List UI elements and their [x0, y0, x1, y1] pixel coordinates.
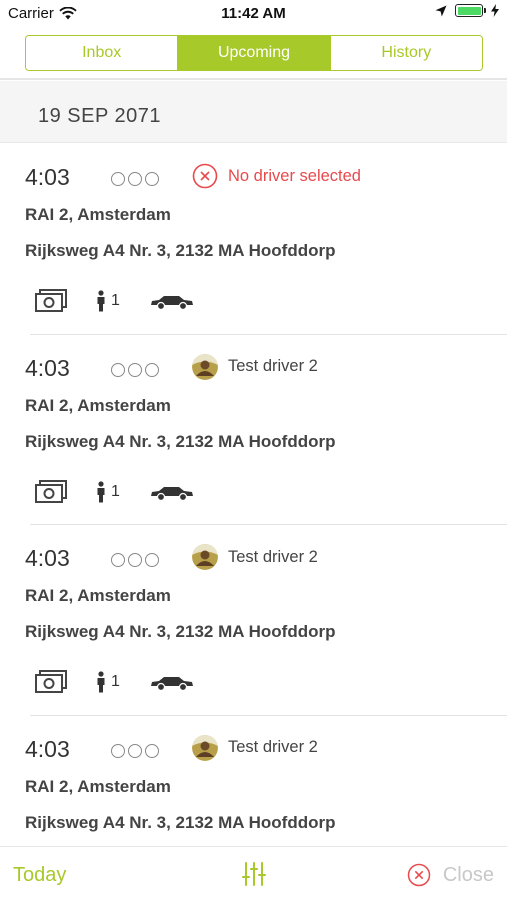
status-circle-icon: [145, 172, 159, 186]
ride-meta: 1: [34, 668, 194, 696]
close-circle-icon: [407, 863, 431, 887]
no-driver-x-icon: [192, 163, 218, 189]
driver-name: No driver selected: [228, 166, 361, 185]
passenger-number: 1: [111, 482, 120, 500]
driver-avatar-icon: [192, 544, 218, 570]
date-section-header: 19 SEP 2071: [0, 81, 507, 143]
rides-list[interactable]: 4:03 No driver selected RAI 2, Amsterdam…: [0, 144, 507, 846]
segmented-tabs: Inbox Upcoming History: [25, 35, 483, 71]
ride-dropoff: Rijksweg A4 Nr. 3, 2132 MA Hoofddorp: [25, 241, 336, 260]
tab-history[interactable]: History: [330, 36, 482, 70]
bottom-toolbar: Today Close: [0, 846, 507, 900]
ride-time: 4:03: [25, 735, 70, 762]
ride-dropoff: Rijksweg A4 Nr. 3, 2132 MA Hoofddorp: [25, 431, 336, 451]
filter-sliders-icon[interactable]: [241, 861, 267, 887]
ride-status-dots: [111, 172, 159, 186]
charging-bolt-icon: [491, 4, 499, 17]
status-circle-icon: [145, 362, 159, 377]
ride-item[interactable]: 4:03 Test driver 2 RAI 2, Amsterdam Rijk…: [0, 335, 507, 525]
close-label: Close: [442, 863, 494, 886]
ride-pickup: RAI 2, Amsterdam: [25, 776, 171, 796]
passenger-count: 1: [96, 480, 120, 503]
ride-time: 4:03: [25, 354, 70, 381]
passenger-count: 1: [96, 671, 120, 693]
date-label: 19 SEP 2071: [38, 105, 162, 127]
status-circle-icon: [128, 362, 142, 377]
ride-item[interactable]: 4:03 Test driver 2 RAI 2, Amsterdam Rijk…: [0, 525, 507, 716]
status-circle-icon: [111, 553, 125, 567]
driver-avatar-icon: [192, 353, 218, 380]
ride-driver: No driver selected: [192, 163, 361, 189]
status-circle-icon: [128, 743, 142, 758]
person-icon: [97, 290, 105, 312]
battery-icon: [455, 4, 486, 17]
car-icon: [150, 486, 193, 501]
status-bar: Carrier 11:42 AM: [0, 0, 507, 28]
ride-item[interactable]: 4:03 Test driver 2 RAI 2, Amsterdam Rijk…: [0, 716, 507, 847]
status-right-group: [435, 4, 499, 17]
status-time: 11:42 AM: [221, 5, 286, 22]
ride-pickup: RAI 2, Amsterdam: [25, 205, 171, 224]
passenger-count: 1: [96, 290, 120, 312]
ride-time: 4:03: [25, 545, 70, 571]
driver-name: Test driver 2: [228, 738, 318, 756]
status-circle-icon: [128, 553, 142, 567]
today-button[interactable]: Today: [13, 864, 66, 887]
driver-name: Test driver 2: [228, 547, 318, 566]
car-icon: [150, 296, 193, 310]
location-arrow-icon: [435, 5, 447, 16]
ride-pickup: RAI 2, Amsterdam: [25, 395, 171, 415]
cash-icon: [35, 289, 67, 312]
person-icon: [97, 671, 105, 693]
status-circle-icon: [111, 362, 125, 377]
ride-dropoff: Rijksweg A4 Nr. 3, 2132 MA Hoofddorp: [25, 622, 336, 641]
status-circle-icon: [111, 172, 125, 186]
ride-meta: 1: [34, 478, 194, 506]
ride-status-dots: [111, 362, 159, 377]
cash-icon: [35, 479, 67, 503]
passenger-number: 1: [111, 673, 120, 690]
tab-upcoming[interactable]: Upcoming: [178, 36, 331, 70]
ride-driver: Test driver 2: [192, 353, 318, 380]
close-button[interactable]: Close: [407, 863, 494, 887]
cash-icon: [35, 670, 67, 693]
status-circle-icon: [111, 743, 125, 758]
driver-name: Test driver 2: [228, 357, 318, 375]
header-divider: [0, 78, 507, 80]
ride-item[interactable]: 4:03 No driver selected RAI 2, Amsterdam…: [0, 144, 507, 335]
status-circle-icon: [145, 743, 159, 758]
ride-driver: Test driver 2: [192, 544, 318, 570]
passenger-number: 1: [111, 292, 120, 309]
ride-driver: Test driver 2: [192, 734, 318, 761]
status-circle-icon: [145, 553, 159, 567]
ride-meta: 1: [34, 287, 194, 315]
driver-avatar-icon: [192, 734, 218, 761]
status-circle-icon: [128, 172, 142, 186]
tab-inbox[interactable]: Inbox: [26, 36, 179, 70]
car-icon: [150, 677, 193, 691]
ride-status-dots: [111, 743, 159, 758]
ride-dropoff: Rijksweg A4 Nr. 3, 2132 MA Hoofddorp: [25, 812, 336, 832]
ride-pickup: RAI 2, Amsterdam: [25, 586, 171, 605]
ride-status-dots: [111, 553, 159, 567]
person-icon: [97, 480, 105, 502]
ride-time: 4:03: [25, 164, 70, 190]
